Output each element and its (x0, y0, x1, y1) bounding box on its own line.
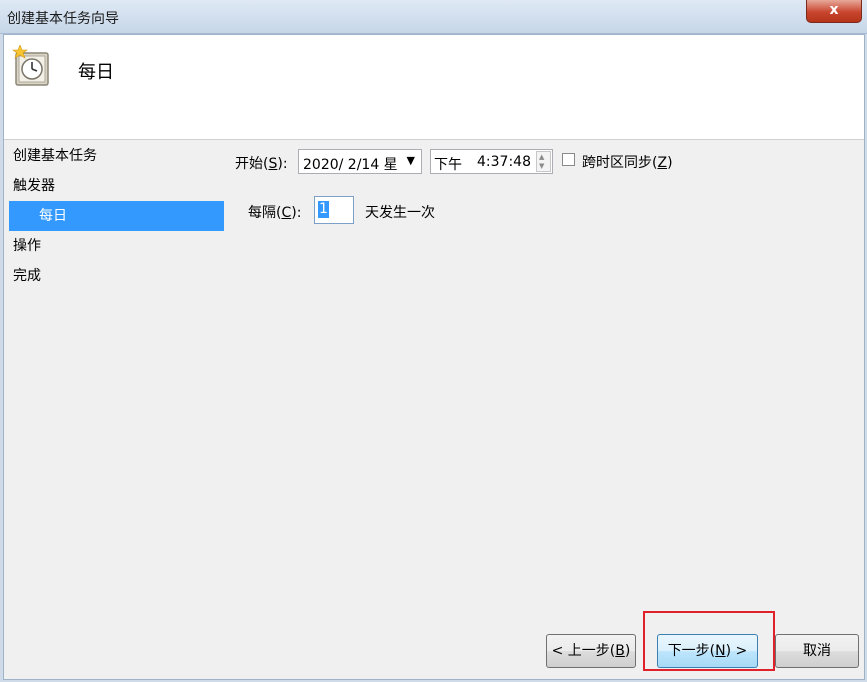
recur-days-input[interactable]: 1 (314, 196, 354, 224)
step-finish[interactable]: 完成 (4, 261, 226, 291)
page-title: 每日 (78, 62, 114, 83)
start-time-field[interactable]: 下午 4:37:48 ▲ ▼ (430, 149, 553, 174)
wizard-steps: 创建基本任务 触发器 每日 操作 完成 (4, 141, 226, 291)
dropdown-arrow-icon[interactable]: ▼ (407, 154, 415, 167)
spin-down-icon[interactable]: ▼ (539, 162, 544, 171)
step-trigger[interactable]: 触发器 (4, 171, 226, 201)
time-spinner[interactable]: ▲ ▼ (536, 151, 551, 172)
close-icon: x (829, 2, 839, 18)
start-label: 开始(S): (235, 156, 288, 172)
back-button[interactable]: < 上一步(B) (546, 634, 636, 668)
sync-timezone-label[interactable]: 跨时区同步(Z) (582, 152, 673, 172)
cancel-button[interactable]: 取消 (775, 634, 859, 668)
time-ampm: 下午 (434, 157, 462, 173)
step-daily[interactable]: 每日 (9, 201, 224, 231)
start-date-value: 2020/ 2/14 星 (303, 157, 398, 173)
window-title: 创建基本任务向导 (7, 11, 119, 27)
step-action[interactable]: 操作 (4, 231, 226, 261)
start-time-value: 4:37:48 (477, 154, 531, 170)
title-bar: 创建基本任务向导 x (0, 0, 867, 34)
start-date-picker[interactable]: 2020/ 2/14 星 ▼ (298, 149, 422, 174)
recur-every-label: 每隔(C): (248, 205, 302, 221)
step-create-basic-task[interactable]: 创建基本任务 (4, 141, 226, 171)
wizard-header: 每日 (4, 35, 864, 140)
recur-days-value: 1 (318, 201, 329, 218)
scheduled-task-clock-icon (12, 45, 49, 86)
sync-timezone-checkbox[interactable] (562, 153, 575, 166)
close-button[interactable]: x (806, 0, 862, 23)
recur-suffix-label: 天发生一次 (365, 205, 435, 221)
spin-up-icon[interactable]: ▲ (539, 153, 544, 162)
wizard-frame: 每日 创建基本任务 触发器 每日 操作 完成 开始(S): 2020/ 2/14… (3, 34, 865, 680)
next-button-highlight-box (643, 611, 775, 671)
